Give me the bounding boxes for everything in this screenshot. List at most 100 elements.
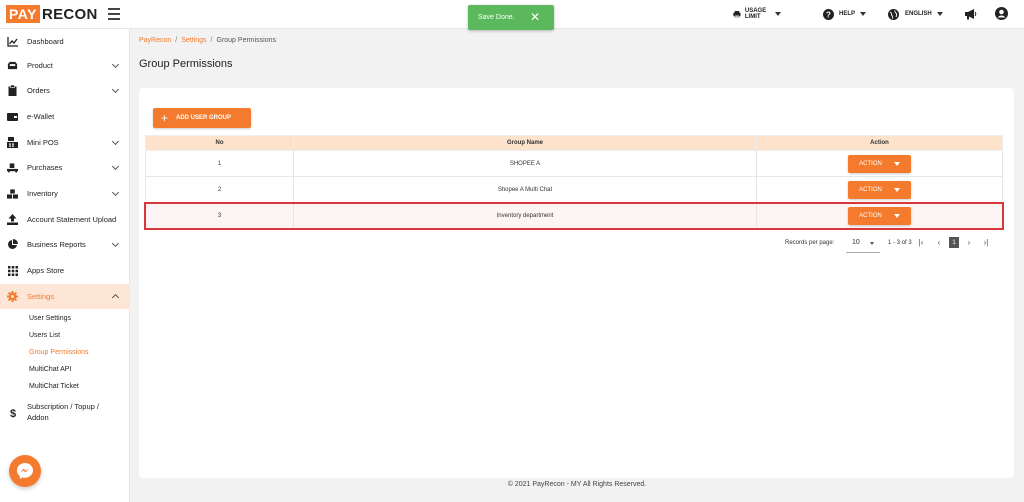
column-header-no: No: [145, 135, 294, 151]
pie-chart-icon: [7, 239, 18, 250]
messenger-chat-button[interactable]: [9, 455, 41, 487]
sidebar-item-settings[interactable]: Settings: [0, 284, 130, 309]
wallet-icon: [7, 111, 18, 122]
action-dropdown-button[interactable]: ACTION: [848, 180, 911, 199]
chevron-down-icon: [111, 85, 120, 94]
breadcrumb-separator: /: [210, 37, 213, 44]
plus-icon: +: [161, 111, 169, 125]
boxes-icon: [7, 188, 18, 199]
chevron-down-icon: [893, 161, 900, 166]
records-per-page-label: Records per page:: [785, 240, 835, 246]
sidebar-item-account-statement-upload[interactable]: Account Statement Upload: [0, 207, 130, 232]
gear-icon: [7, 291, 18, 302]
svg-text:?: ?: [826, 10, 831, 19]
sidebar-item-label: e-Wallet: [27, 112, 55, 121]
sidebar-item-dashboard[interactable]: Dashboard: [0, 29, 130, 54]
help-icon: ?: [823, 8, 834, 20]
chevron-down-icon: [893, 187, 900, 192]
sidebar-item-product[interactable]: Product: [0, 53, 130, 78]
sidebar-item-mini-pos[interactable]: Mini POS: [0, 130, 130, 155]
next-page-button[interactable]: ›: [964, 237, 974, 248]
sidebar-item-inventory[interactable]: Inventory: [0, 181, 130, 206]
previous-page-button[interactable]: ‹: [934, 237, 944, 248]
sidebar-item-subscription[interactable]: $ Subscription / Topup / Addon: [0, 399, 130, 427]
megaphone-icon[interactable]: [964, 8, 977, 20]
language-menu[interactable]: ENGLISH: [888, 7, 943, 21]
content-card: + ADD USER GROUP No Group Name Action 1 …: [139, 88, 1014, 478]
cell-action: ACTION: [756, 150, 1003, 177]
logo-recon-text: RECON: [41, 5, 98, 23]
language-label: ENGLISH: [905, 11, 932, 17]
svg-text:$: $: [9, 408, 15, 418]
chevron-down-icon: [111, 188, 120, 197]
table-row: 2 Shopee A Multi Chat ACTION: [145, 176, 1003, 203]
chevron-up-icon: [111, 293, 120, 302]
help-label: HELP: [839, 11, 856, 17]
logo-pay-text: PAY: [6, 5, 40, 23]
sidebar-sub-multichat-ticket[interactable]: MultiChat Ticket: [29, 381, 79, 393]
sidebar-sub-multichat-api[interactable]: MultiChat API: [29, 364, 71, 376]
last-page-button[interactable]: ›|: [981, 237, 991, 248]
top-bar: PAY RECON Save Done. ✕ USAGE LIMIT ? HEL…: [0, 0, 1024, 30]
breadcrumb-settings[interactable]: Settings: [181, 37, 206, 44]
sidebar-item-label: Settings: [27, 292, 55, 301]
column-header-group-name: Group Name: [293, 135, 757, 151]
breadcrumb-separator: /: [175, 37, 178, 44]
first-page-button[interactable]: |‹: [916, 237, 926, 248]
toast-message: Save Done.: [478, 14, 515, 21]
clipboard-icon: [7, 85, 18, 96]
cell-group-name: SHOPEE A: [293, 150, 757, 177]
subscription-label-line2: Addon: [27, 413, 49, 422]
cell-action: ACTION: [756, 176, 1003, 203]
chevron-down-icon: [870, 242, 874, 245]
sidebar-item-e-wallet[interactable]: e-Wallet: [0, 104, 130, 129]
action-dropdown-button[interactable]: ACTION: [848, 154, 911, 173]
sidebar-item-label: Orders: [27, 86, 50, 95]
footer-copyright: © 2021 PayRecon - MY All Rights Reserved…: [507, 481, 647, 488]
toast-close-icon[interactable]: ✕: [530, 10, 540, 24]
chevron-down-icon: [111, 60, 120, 69]
add-user-group-button[interactable]: + ADD USER GROUP: [153, 108, 251, 128]
help-menu[interactable]: ? HELP: [823, 7, 867, 21]
user-account-icon[interactable]: [995, 7, 1008, 20]
dollar-icon: $: [7, 407, 18, 418]
add-user-group-label: ADD USER GROUP: [176, 115, 232, 121]
sidebar-sub-user-settings[interactable]: User Settings: [29, 313, 71, 325]
table-header-row: No Group Name Action: [145, 135, 1003, 151]
sidebar-item-label: Inventory: [27, 189, 58, 198]
records-per-page-value: 10: [852, 239, 860, 246]
chevron-down-icon: [936, 12, 943, 16]
sidebar-item-apps-store[interactable]: Apps Store: [0, 258, 130, 283]
sidebar-item-orders[interactable]: Orders: [0, 78, 130, 103]
sidebar-item-label: Subscription / Topup / Addon: [27, 401, 99, 423]
records-per-page-select[interactable]: 10: [846, 233, 880, 253]
breadcrumb: PayRecon / Settings / Group Permissions: [139, 37, 276, 44]
usage-limit-menu[interactable]: USAGE LIMIT: [733, 7, 782, 21]
messenger-icon: [17, 463, 33, 479]
usage-limit-label: USAGE LIMIT: [744, 8, 767, 20]
column-header-action: Action: [756, 135, 1003, 151]
sidebar-item-label: Dashboard: [27, 37, 64, 46]
cell-no: 1: [145, 150, 294, 177]
success-toast: Save Done. ✕: [468, 5, 554, 30]
sidebar-sub-users-list[interactable]: Users List: [29, 330, 60, 342]
page-title: Group Permissions: [139, 58, 233, 70]
upload-icon: [7, 214, 18, 225]
pagination-range: 1 - 3 of 3: [888, 240, 912, 246]
breadcrumb-current: Group Permissions: [216, 37, 277, 44]
current-page-button[interactable]: 1: [949, 237, 959, 248]
sidebar-item-label: Business Reports: [27, 240, 86, 249]
sidebar-sub-group-permissions[interactable]: Group Permissions: [29, 347, 89, 359]
globe-icon: [888, 8, 899, 20]
cell-no: 2: [145, 176, 294, 203]
sidebar-item-label: Apps Store: [27, 266, 65, 275]
breadcrumb-payrecon[interactable]: PayRecon: [139, 37, 171, 44]
action-label: ACTION: [859, 186, 882, 193]
sidebar: Dashboard Product Orders e-Wallet Mini P…: [0, 29, 130, 502]
sidebar-item-purchases[interactable]: Purchases: [0, 155, 130, 180]
payrecon-logo[interactable]: PAY RECON: [6, 5, 98, 23]
box-icon: [7, 60, 18, 71]
sidebar-item-business-reports[interactable]: Business Reports: [0, 232, 130, 257]
printer-icon: [733, 11, 741, 18]
hamburger-menu-icon[interactable]: [108, 8, 120, 20]
